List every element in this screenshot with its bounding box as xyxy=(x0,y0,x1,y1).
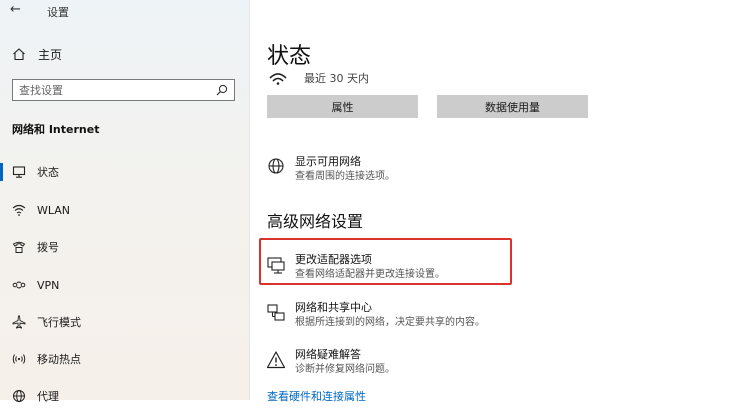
troubleshooter-title: 网络疑难解答 xyxy=(295,348,361,361)
status-monitor-icon xyxy=(11,164,27,180)
sidebar-item-label: 代理 xyxy=(37,390,59,403)
sharing-center-icon xyxy=(265,301,287,325)
sidebar-item-label: VPN xyxy=(37,278,60,292)
home-icon xyxy=(13,48,25,61)
sidebar-item-hotspot[interactable]: 移动热点 xyxy=(0,347,249,371)
change-adapter-options-link[interactable]: 更改适配器选项 查看网络适配器并更改连接设置。 xyxy=(265,253,445,283)
sidebar-item-label: WLAN xyxy=(37,203,71,217)
home-label: 主页 xyxy=(38,47,63,62)
change-adapter-desc: 查看网络适配器并更改连接设置。 xyxy=(295,269,445,280)
troubleshooter-desc: 诊断并修复网络问题。 xyxy=(295,364,395,375)
connection-status: 最近 30 天内 xyxy=(268,70,369,86)
advanced-settings-heading: 高级网络设置 xyxy=(267,212,364,231)
sidebar-item-status[interactable]: 状态 xyxy=(0,160,249,184)
sidebar-item-airplane[interactable]: 飞行模式 xyxy=(0,310,249,334)
sidebar: ← 设置 主页 查找设置 网络和 Internet 状态 WLAN 拨号 VPN… xyxy=(0,0,249,403)
app-title: 设置 xyxy=(47,6,69,19)
sidebar-item-label: 飞行模式 xyxy=(37,316,81,329)
main-content: 状态 最近 30 天内 属性 数据使用量 显示可用网络 查看周围的连接选项。 高… xyxy=(250,0,740,403)
data-usage-button[interactable]: 数据使用量 xyxy=(437,95,588,118)
network-troubleshooter-link[interactable]: 网络疑难解答 诊断并修复网络问题。 xyxy=(265,348,395,378)
network-sharing-center-link[interactable]: 网络和共享中心 根据所连接到的网络，决定要共享的内容。 xyxy=(265,301,485,331)
hardware-properties-link[interactable]: 查看硬件和连接属性 xyxy=(267,388,366,404)
network-adapter-icon xyxy=(265,253,287,277)
change-adapter-title: 更改适配器选项 xyxy=(295,253,372,266)
proxy-globe-icon xyxy=(11,388,27,404)
search-input[interactable]: 查找设置 xyxy=(12,79,235,101)
properties-button[interactable]: 属性 xyxy=(267,95,418,118)
vpn-icon xyxy=(11,277,27,293)
airplane-icon xyxy=(11,314,27,330)
sidebar-item-dialup[interactable]: 拨号 xyxy=(0,235,249,259)
connection-status-text: 最近 30 天内 xyxy=(304,72,369,85)
dialup-icon xyxy=(11,239,27,255)
search-placeholder: 查找设置 xyxy=(19,84,63,97)
show-networks-link[interactable]: 显示可用网络 查看周围的连接选项。 xyxy=(265,155,395,185)
sidebar-item-vpn[interactable]: VPN xyxy=(0,273,249,297)
sidebar-section-title: 网络和 Internet xyxy=(12,123,100,136)
sidebar-home[interactable]: 主页 xyxy=(12,44,62,64)
sidebar-item-label: 状态 xyxy=(37,166,59,179)
globe-network-icon xyxy=(265,155,287,179)
sidebar-item-proxy[interactable]: 代理 xyxy=(0,384,249,408)
show-networks-desc: 查看周围的连接选项。 xyxy=(295,171,395,182)
hotspot-icon xyxy=(11,351,27,367)
page-title: 状态 xyxy=(267,44,312,69)
sidebar-item-wlan[interactable]: WLAN xyxy=(0,198,249,222)
sidebar-item-label: 移动热点 xyxy=(37,353,81,366)
title-bar: ← 设置 xyxy=(0,0,249,22)
sidebar-item-label: 拨号 xyxy=(37,241,59,254)
search-icon[interactable] xyxy=(216,84,228,96)
show-networks-title: 显示可用网络 xyxy=(295,155,361,168)
wifi-icon xyxy=(11,202,27,218)
sharing-center-desc: 根据所连接到的网络，决定要共享的内容。 xyxy=(295,317,485,328)
warning-icon xyxy=(265,348,287,372)
back-arrow-icon[interactable]: ← xyxy=(10,2,21,17)
wifi-signal-icon xyxy=(269,73,287,85)
sharing-center-title: 网络和共享中心 xyxy=(295,301,372,314)
